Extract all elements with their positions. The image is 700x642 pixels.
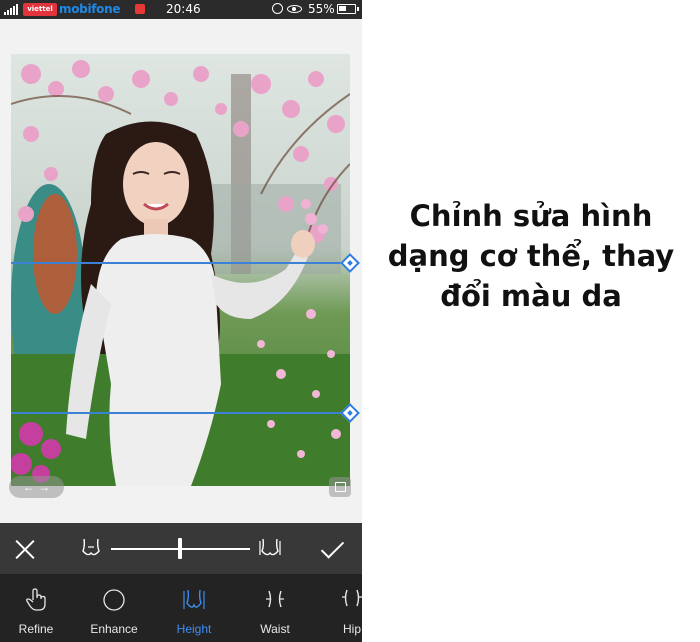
tool-waist[interactable]: Waist	[239, 574, 311, 642]
fit-screen-icon[interactable]	[329, 477, 351, 497]
tool-label: Hip	[342, 622, 361, 636]
check-icon[interactable]	[318, 536, 348, 562]
tool-label: Waist	[260, 622, 290, 636]
caption-line-2: dạng cơ thể, thay	[387, 239, 675, 273]
notification-icon	[135, 4, 145, 14]
adjustment-bar	[0, 523, 362, 574]
photo-canvas[interactable]	[11, 54, 350, 486]
waist-icon	[266, 590, 284, 608]
clock: 20:46	[166, 2, 201, 16]
close-icon[interactable]	[12, 536, 38, 562]
circle-icon	[103, 589, 125, 611]
carrier-logo: viettel	[23, 3, 57, 16]
battery-percent: 55%	[308, 2, 335, 16]
taller-body-icon	[259, 538, 281, 556]
status-bar: viettel mobifone 20:46 55%	[0, 0, 362, 19]
caption-line-3: đổi màu da	[440, 279, 622, 313]
tool-height[interactable]: Height	[158, 574, 230, 642]
hip-icon	[342, 589, 362, 607]
bottom-toolbar: Refine Enhance Height Waist Hip	[0, 574, 362, 642]
tool-enhance[interactable]: Enhance	[78, 574, 150, 642]
tool-refine[interactable]: Refine	[0, 574, 72, 642]
phone-screen: viettel mobifone 20:46 55% ← → Refine En…	[0, 0, 362, 642]
battery-icon	[337, 4, 359, 14]
tool-label: Enhance	[90, 622, 138, 636]
height-body-icon	[183, 589, 205, 609]
eye-icon	[287, 5, 302, 13]
caption-text: Chỉnh sửa hình dạng cơ thể, thay đổi màu…	[378, 196, 684, 316]
tool-label: Height	[176, 622, 212, 636]
portrait-photo	[11, 54, 350, 486]
height-guide-bottom[interactable]	[11, 412, 350, 414]
slider-thumb[interactable]	[178, 538, 182, 559]
height-guide-top[interactable]	[11, 262, 350, 264]
tool-hip[interactable]: Hip	[316, 574, 362, 642]
carrier-name: mobifone	[59, 2, 121, 16]
signal-icon	[4, 4, 18, 15]
compare-button[interactable]: ← →	[9, 476, 64, 498]
hand-icon	[26, 588, 46, 611]
alarm-icon	[272, 3, 283, 14]
caption-line-1: Chỉnh sửa hình	[409, 199, 653, 233]
tool-label: Refine	[18, 622, 54, 636]
shorter-body-icon	[82, 538, 100, 556]
